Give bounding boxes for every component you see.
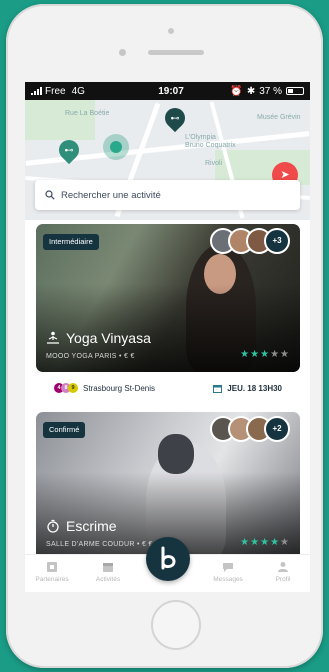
tab-label: Partenaires (35, 576, 69, 583)
level-badge: Confirmé (43, 422, 86, 438)
tab-label: Messages (213, 576, 243, 583)
brand-logo-button[interactable] (146, 537, 190, 581)
activity-card[interactable]: Intermédiaire +3 Yoga Vinyasa MOOO YOGA … (36, 224, 300, 372)
battery-percent: 37 % (259, 85, 282, 97)
tab-profil[interactable]: Profil (258, 561, 308, 583)
search-input[interactable] (61, 189, 290, 201)
yoga-icon (47, 331, 59, 344)
tab-label: Profil (275, 576, 291, 583)
activity-title-text: Escrime (66, 518, 117, 534)
tab-messages[interactable]: Messages (203, 561, 253, 583)
map-label: Bruno Coquatrix (185, 142, 236, 149)
carrier-name: Free (45, 85, 66, 97)
level-badge: Intermédiaire (43, 234, 99, 250)
tab-partenaires[interactable]: Partenaires (27, 561, 77, 583)
rating-stars: ★★★★★ (240, 537, 290, 548)
rating-stars: ★★★★★ (240, 349, 290, 360)
extra-participants-count: +3 (264, 228, 290, 254)
signal-icon (31, 87, 42, 95)
user-location-icon (103, 134, 129, 160)
star-filled-icon: ★ (240, 349, 251, 360)
extra-participants-count: +2 (264, 416, 290, 442)
tab-label: Activités (95, 576, 121, 583)
star-empty-icon: ★ (270, 349, 281, 360)
activity-feed[interactable]: Intermédiaire +3 Yoga Vinyasa MOOO YOGA … (25, 220, 310, 560)
chat-icon (223, 563, 233, 572)
activity-info-row: 4 8 9 Strasbourg St-Denis JEU. 18 13H30 (36, 376, 300, 400)
participant-avatars[interactable]: +3 (210, 228, 290, 254)
activity-title: Yoga Vinyasa (46, 330, 151, 346)
price-level: € € (124, 353, 135, 360)
activity-datetime: JEU. 18 13H30 (227, 383, 282, 393)
map-label: L'Olympia (185, 134, 216, 141)
map-pin-dumbbell-icon[interactable]: ⊷ (54, 135, 84, 165)
activity-title-text: Yoga Vinyasa (66, 330, 151, 346)
studio-info: MOOO YOGA PARIS • € € (46, 353, 135, 360)
status-bar: Free 4G 19:07 ⏰ ✱ 37 % (25, 82, 310, 100)
metro-lines: 4 8 9 (54, 383, 78, 393)
home-button[interactable] (151, 600, 201, 650)
star-filled-icon: ★ (260, 349, 271, 360)
map-label: Rue La Boétie (65, 110, 110, 117)
clock: 19:07 (158, 85, 184, 97)
metro-line-badge: 9 (68, 383, 78, 393)
alarm-icon: ⏰ (230, 85, 243, 97)
star-empty-icon: ★ (280, 349, 290, 360)
brand-logo-icon (161, 546, 176, 570)
bluetooth-icon: ✱ (246, 85, 256, 97)
calendar-icon (213, 384, 223, 393)
map-pin-dumbbell-icon[interactable]: ⊷ (160, 103, 190, 133)
star-filled-icon: ★ (260, 537, 271, 548)
app-screen: Free 4G 19:07 ⏰ ✱ 37 % Rue La Boétie L'O… (25, 82, 310, 592)
network-type: 4G (71, 85, 85, 97)
partners-icon (47, 562, 57, 572)
map-label: Rivoli (205, 160, 223, 167)
studio-name: SALLE D'ARME COUDUR (46, 541, 135, 548)
front-camera (168, 28, 174, 34)
search-icon (45, 190, 55, 200)
stopwatch-icon (47, 519, 59, 533)
studio-name: MOOO YOGA PARIS (46, 353, 117, 360)
user-icon (278, 562, 288, 572)
participant-avatars[interactable]: +2 (210, 416, 290, 442)
activity-title: Escrime (46, 518, 117, 534)
tab-activites[interactable]: Activités (83, 561, 133, 583)
calendar-icon (103, 563, 113, 572)
search-bar[interactable] (35, 180, 300, 210)
star-filled-icon: ★ (270, 537, 281, 548)
earpiece-speaker (148, 50, 204, 55)
studio-info: SALLE D'ARME COUDUR • € € (46, 541, 153, 548)
star-empty-icon: ★ (280, 537, 290, 548)
battery-icon (286, 87, 304, 95)
star-filled-icon: ★ (250, 349, 261, 360)
station-name: Strasbourg St-Denis (83, 383, 156, 393)
map-label: Musée Grévin (257, 114, 301, 121)
proximity-sensor (119, 49, 126, 56)
star-filled-icon: ★ (240, 537, 251, 548)
star-filled-icon: ★ (250, 537, 261, 548)
